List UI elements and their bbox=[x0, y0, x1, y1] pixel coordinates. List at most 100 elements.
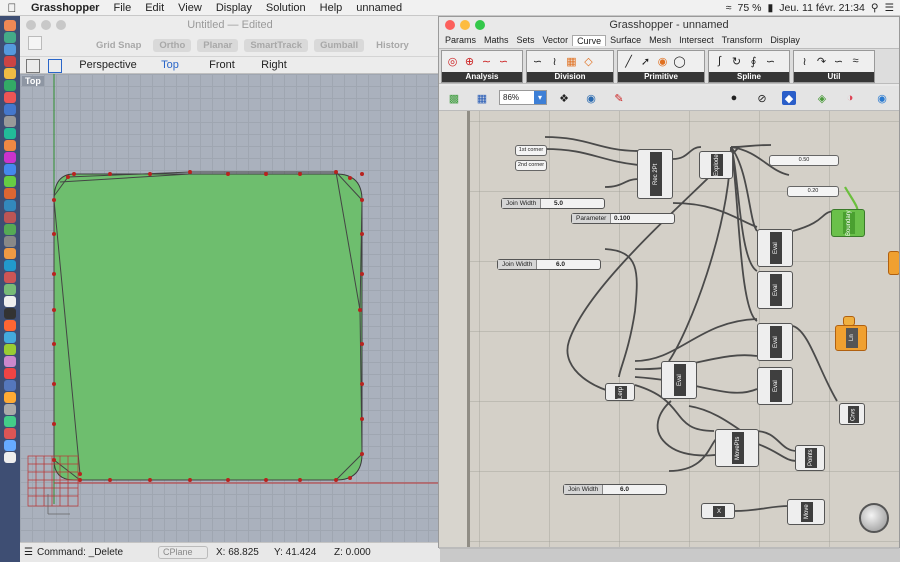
trash-icon[interactable] bbox=[4, 452, 16, 463]
slider-parameter[interactable]: Parameter 0.100 bbox=[571, 213, 675, 224]
tab-intersect[interactable]: Intersect bbox=[675, 35, 718, 45]
analysis-tool-icon[interactable]: ∼ bbox=[479, 54, 494, 69]
primitive-tool-icon[interactable]: ➚ bbox=[638, 54, 653, 69]
tab-top[interactable]: Top bbox=[144, 59, 196, 71]
dock-app-icon[interactable] bbox=[4, 428, 16, 439]
dock-app-icon[interactable] bbox=[4, 152, 16, 163]
history-toggle[interactable]: History bbox=[370, 39, 415, 52]
tab-surface[interactable]: Surface bbox=[606, 35, 645, 45]
dock-app-icon[interactable] bbox=[4, 56, 16, 67]
open-file-icon[interactable]: ▩ bbox=[447, 91, 461, 105]
tab-sets[interactable]: Sets bbox=[513, 35, 539, 45]
dock-app-icon[interactable] bbox=[4, 224, 16, 235]
dock-app-icon[interactable] bbox=[4, 416, 16, 427]
menu-unnamed[interactable]: unnamed bbox=[349, 2, 409, 14]
tab-transform[interactable]: Transform bbox=[718, 35, 767, 45]
util-tool-icon[interactable]: ↷ bbox=[814, 54, 829, 69]
save-icon[interactable]: ▦ bbox=[475, 91, 489, 105]
dock-app-icon[interactable] bbox=[4, 260, 16, 271]
dock-app-icon[interactable] bbox=[4, 248, 16, 259]
sketch-icon[interactable]: ✎ bbox=[612, 91, 626, 105]
ortho-toggle[interactable]: Ortho bbox=[153, 38, 192, 52]
division-tool-icon[interactable]: ≀ bbox=[547, 54, 562, 69]
dock-app-icon[interactable] bbox=[4, 236, 16, 247]
menu-help[interactable]: Help bbox=[313, 2, 350, 14]
no-preview-icon[interactable]: ⊘ bbox=[755, 91, 769, 105]
primitive-tool-icon[interactable]: ◉ bbox=[655, 54, 670, 69]
command-line[interactable]: ☰ Command: _Delete bbox=[24, 547, 123, 558]
tab-curve[interactable]: Curve bbox=[572, 34, 607, 46]
analysis-tool-icon[interactable]: ◎ bbox=[445, 54, 460, 69]
spline-tool-icon[interactable]: ∫ bbox=[712, 54, 727, 69]
material-preview-icon[interactable]: ◑ bbox=[843, 91, 857, 105]
dock-app-icon[interactable] bbox=[4, 188, 16, 199]
panel-1st-corner[interactable]: 1st corner bbox=[515, 145, 547, 156]
cplane-select[interactable]: CPlane bbox=[158, 546, 208, 559]
menu-view[interactable]: View bbox=[171, 2, 209, 14]
eval-component-1[interactable]: Eval bbox=[757, 229, 793, 267]
util-tool-icon[interactable]: ≈ bbox=[848, 54, 863, 69]
ln-component[interactable]: Ln bbox=[835, 325, 867, 351]
search-icon[interactable]: ⚲ bbox=[871, 2, 879, 14]
zoom-extents-icon[interactable]: ❖ bbox=[557, 91, 571, 105]
rounded-rectangle-surface[interactable] bbox=[53, 173, 363, 481]
boundary-component[interactable]: Boundary bbox=[831, 209, 865, 237]
dock-app-icon[interactable] bbox=[4, 332, 16, 343]
dock-app-icon[interactable] bbox=[4, 308, 16, 319]
dock-app-icon[interactable] bbox=[4, 344, 16, 355]
dock-app-icon[interactable] bbox=[4, 380, 16, 391]
panel-value-050[interactable]: 0.50 bbox=[769, 155, 839, 166]
eval-component-5[interactable]: Eval bbox=[661, 361, 697, 399]
dock-app-icon[interactable] bbox=[4, 104, 16, 115]
eval-component-2[interactable]: Eval bbox=[757, 271, 793, 309]
preview-mode-icon[interactable]: ● bbox=[727, 91, 741, 105]
grid-layout-icon[interactable] bbox=[26, 59, 40, 73]
spline-tool-icon[interactable]: ∮ bbox=[746, 54, 761, 69]
dock-app-icon[interactable] bbox=[4, 176, 16, 187]
chevron-down-icon[interactable]: ▾ bbox=[534, 91, 546, 104]
battery-icon[interactable]: ▮ bbox=[767, 2, 773, 14]
list-icon[interactable]: ☰ bbox=[885, 2, 894, 14]
panel-value-020[interactable]: 0.20 bbox=[787, 186, 839, 197]
grid-snap-toggle[interactable]: Grid Snap bbox=[90, 39, 147, 52]
dock-app-icon[interactable] bbox=[4, 440, 16, 451]
primitive-tool-icon[interactable]: ◯ bbox=[672, 54, 687, 69]
slider-join-width-3[interactable]: Join Width 6.0 bbox=[563, 484, 667, 495]
tab-params[interactable]: Params bbox=[441, 35, 480, 45]
lerp-component[interactable]: Lerp bbox=[605, 383, 635, 401]
menu-display[interactable]: Display bbox=[209, 2, 259, 14]
gh-canvas[interactable]: 1st corner 2nd corner Rec 2Pt Explode 0.… bbox=[439, 111, 899, 547]
division-tool-icon[interactable]: ▦ bbox=[564, 54, 579, 69]
dock-app-icon[interactable] bbox=[4, 68, 16, 79]
analysis-tool-icon[interactable]: ∽ bbox=[496, 54, 511, 69]
dock-app-icon[interactable] bbox=[4, 296, 16, 307]
dock-app-icon[interactable] bbox=[4, 140, 16, 151]
preview-eye-icon[interactable]: ◉ bbox=[584, 91, 598, 105]
dock-app-icon[interactable] bbox=[4, 392, 16, 403]
selected-preview-icon[interactable]: ◆ bbox=[782, 91, 796, 105]
dock-app-icon[interactable] bbox=[4, 128, 16, 139]
dock-app-icon[interactable] bbox=[4, 92, 16, 103]
tab-front[interactable]: Front bbox=[196, 59, 248, 71]
menu-solution[interactable]: Solution bbox=[259, 2, 313, 14]
eval-component-4[interactable]: Eval bbox=[757, 367, 793, 405]
division-tool-icon[interactable]: ◇ bbox=[581, 54, 596, 69]
menu-app[interactable]: Grasshopper bbox=[24, 2, 106, 14]
spline-tool-icon[interactable]: ↻ bbox=[729, 54, 744, 69]
apple-icon[interactable]:  bbox=[0, 1, 24, 15]
dock-app-icon[interactable] bbox=[4, 368, 16, 379]
menu-edit[interactable]: Edit bbox=[138, 2, 171, 14]
division-tool-icon[interactable]: ∽ bbox=[530, 54, 545, 69]
wifi-icon[interactable]: ≈ bbox=[726, 2, 732, 14]
dock-app-icon[interactable] bbox=[4, 32, 16, 43]
crvs-component[interactable]: Crvs bbox=[839, 403, 865, 425]
points-component[interactable]: Points bbox=[795, 445, 825, 471]
menu-file[interactable]: File bbox=[106, 2, 138, 14]
move-component[interactable]: Move bbox=[787, 499, 825, 525]
dock-app-icon[interactable] bbox=[4, 20, 16, 31]
single-view-icon[interactable] bbox=[48, 59, 62, 73]
eval-component-3[interactable]: Eval bbox=[757, 323, 793, 361]
dock-app-icon[interactable] bbox=[4, 272, 16, 283]
navigation-compass-icon[interactable] bbox=[859, 503, 889, 533]
tab-maths[interactable]: Maths bbox=[480, 35, 513, 45]
